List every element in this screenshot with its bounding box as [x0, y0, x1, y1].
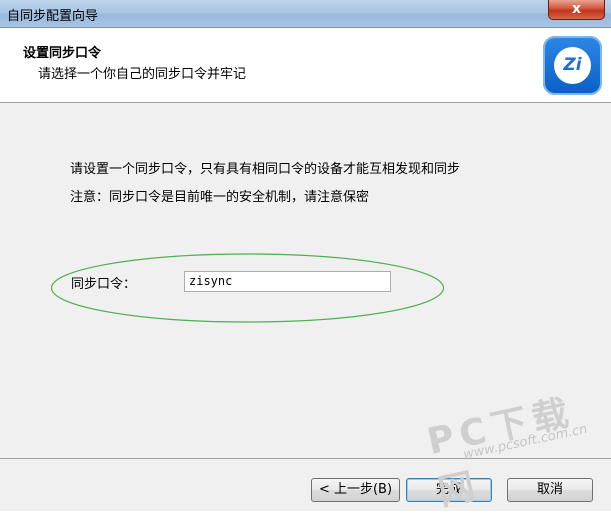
logo-circle: Zi	[554, 47, 591, 84]
page-subtitle: 请选择一个你自己的同步口令并牢记	[38, 67, 247, 82]
app-logo: Zi	[543, 36, 602, 95]
password-label: 同步口令：	[71, 277, 137, 292]
close-button[interactable]: x	[548, 0, 605, 20]
finish-button[interactable]: 完成	[406, 478, 492, 502]
wizard-footer: < 上一步(B) 完成 取消	[0, 458, 611, 512]
security-note: 注意：同步口令是目前唯一的安全机制，请注意保密	[70, 190, 370, 205]
back-button[interactable]: < 上一步(B)	[311, 478, 400, 502]
window-title: 自同步配置向导	[7, 9, 99, 24]
wizard-header: 设置同步口令 请选择一个你自己的同步口令并牢记 Zi	[0, 28, 611, 103]
page-title: 设置同步口令	[23, 46, 102, 61]
cancel-button[interactable]: 取消	[507, 478, 593, 502]
wizard-window: 自同步配置向导 x 设置同步口令 请选择一个你自己的同步口令并牢记 Zi 请设置…	[0, 0, 611, 514]
wizard-body: 请设置一个同步口令，只有具有相同口令的设备才能互相发现和同步 注意：同步口令是目…	[0, 103, 611, 458]
logo-icon: Zi	[563, 55, 582, 75]
instruction-text: 请设置一个同步口令，只有具有相同口令的设备才能互相发现和同步	[70, 162, 461, 177]
title-bar[interactable]: 自同步配置向导 x	[0, 0, 611, 28]
password-input[interactable]: zisync	[184, 271, 391, 292]
close-icon: x	[571, 1, 582, 17]
